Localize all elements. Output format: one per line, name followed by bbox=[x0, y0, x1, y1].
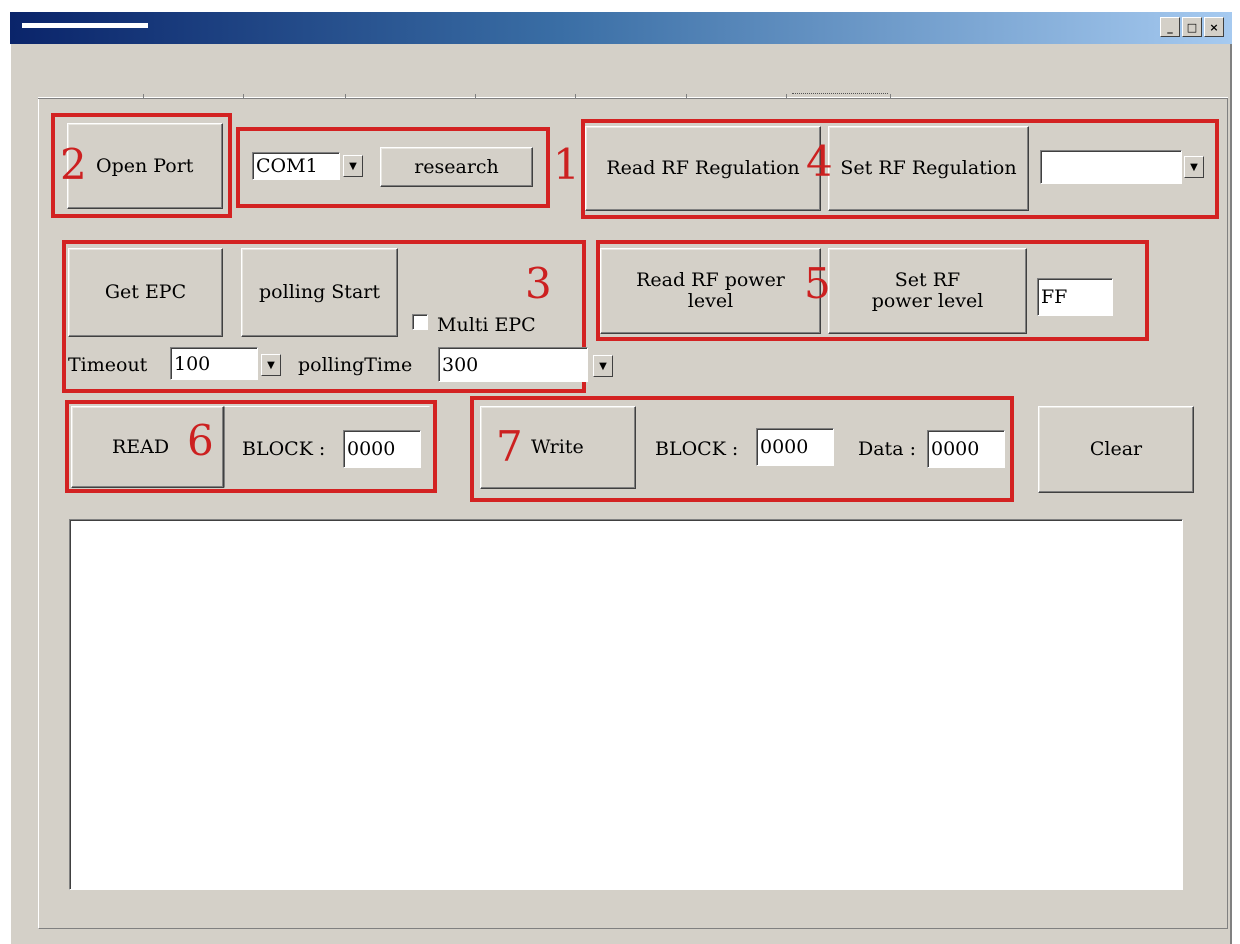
set-rf-regulation-label: Set RF Regulation bbox=[840, 157, 1017, 180]
set-rf-power-button[interactable]: Set RF power level bbox=[828, 248, 1027, 334]
read-block-input[interactable]: 0000 bbox=[343, 430, 421, 468]
read-rf-power-label: Read RF power level bbox=[636, 269, 785, 312]
rf-power-value: FF bbox=[1041, 286, 1068, 308]
tab-separator bbox=[143, 94, 144, 98]
annotation-number-4: 4 bbox=[806, 137, 833, 186]
annotation-number-1: 1 bbox=[553, 140, 580, 189]
rf-power-input[interactable]: FF bbox=[1037, 278, 1113, 316]
clear-button[interactable]: Clear bbox=[1038, 406, 1194, 493]
title-text-redacted bbox=[22, 23, 148, 28]
annotation-number-5: 5 bbox=[804, 259, 831, 308]
polling-start-button[interactable]: polling Start bbox=[241, 248, 398, 337]
write-data-value: 0000 bbox=[931, 438, 980, 460]
set-rf-power-label: Set RF power level bbox=[871, 269, 984, 312]
read-rf-regulation-label: Read RF Regulation bbox=[606, 157, 800, 180]
timeout-value: 100 bbox=[174, 352, 211, 375]
annotation-number-3: 3 bbox=[525, 259, 552, 308]
write-label: Write bbox=[531, 436, 584, 459]
get-epc-label: Get EPC bbox=[104, 281, 187, 304]
read-block-value: 0000 bbox=[347, 438, 396, 460]
rf-regulation-dropdown-arrow-icon[interactable]: ▼ bbox=[1184, 156, 1204, 178]
write-block-value: 0000 bbox=[760, 436, 809, 458]
polling-time-value: 300 bbox=[442, 353, 479, 376]
annotation-number-6: 6 bbox=[187, 416, 214, 465]
timeout-select[interactable]: 100 bbox=[170, 347, 258, 380]
window-controls: _ □ × bbox=[1160, 17, 1228, 37]
close-button[interactable]: × bbox=[1204, 17, 1224, 37]
polling-time-select[interactable]: 300 bbox=[438, 347, 588, 382]
open-port-label: Open Port bbox=[96, 154, 194, 177]
write-block-input[interactable]: 0000 bbox=[756, 428, 834, 466]
annotation-number-2: 2 bbox=[60, 140, 87, 189]
tab-separator bbox=[786, 94, 787, 98]
output-textarea[interactable] bbox=[69, 519, 1183, 890]
tab-separator bbox=[345, 94, 346, 98]
read-label: READ bbox=[112, 435, 170, 458]
research-label: research bbox=[414, 155, 499, 178]
clear-label: Clear bbox=[1089, 438, 1143, 461]
tab-separator bbox=[243, 94, 244, 98]
read-block-label: BLOCK : bbox=[242, 438, 326, 460]
write-data-input[interactable]: 0000 bbox=[927, 430, 1005, 468]
write-block-label: BLOCK : bbox=[655, 438, 739, 460]
tab-separator bbox=[475, 94, 476, 98]
annotation-number-7: 7 bbox=[496, 422, 523, 471]
set-rf-regulation-button[interactable]: Set RF Regulation bbox=[828, 126, 1029, 211]
rf-regulation-select[interactable] bbox=[1040, 150, 1182, 184]
active-tab-focus bbox=[792, 93, 888, 94]
minimize-button[interactable]: _ bbox=[1160, 17, 1180, 37]
get-epc-button[interactable]: Get EPC bbox=[68, 248, 223, 337]
timeout-label: Timeout bbox=[68, 354, 148, 376]
maximize-button[interactable]: □ bbox=[1182, 17, 1202, 37]
multi-epc-checkbox[interactable] bbox=[412, 314, 428, 330]
read-rf-regulation-button[interactable]: Read RF Regulation bbox=[585, 126, 821, 211]
com-dropdown-arrow-icon[interactable]: ▼ bbox=[343, 155, 363, 177]
com-port-value: COM1 bbox=[256, 155, 318, 177]
write-data-label: Data : bbox=[858, 438, 916, 460]
open-port-button[interactable]: Open Port bbox=[67, 123, 223, 209]
tab-separator bbox=[575, 94, 576, 98]
multi-epc-label: Multi EPC bbox=[437, 314, 536, 336]
polling-start-label: polling Start bbox=[259, 281, 380, 304]
research-button[interactable]: research bbox=[380, 147, 533, 187]
polling-time-label: pollingTime bbox=[298, 354, 413, 376]
title-bar[interactable] bbox=[10, 12, 1232, 44]
timeout-dropdown-arrow-icon[interactable]: ▼ bbox=[261, 354, 281, 376]
read-rf-power-button[interactable]: Read RF power level bbox=[600, 248, 821, 334]
tab-separator bbox=[890, 94, 891, 98]
tab-separator bbox=[686, 94, 687, 98]
com-port-select[interactable]: COM1 bbox=[252, 152, 340, 180]
polling-time-dropdown-arrow-icon[interactable]: ▼ bbox=[593, 355, 613, 377]
